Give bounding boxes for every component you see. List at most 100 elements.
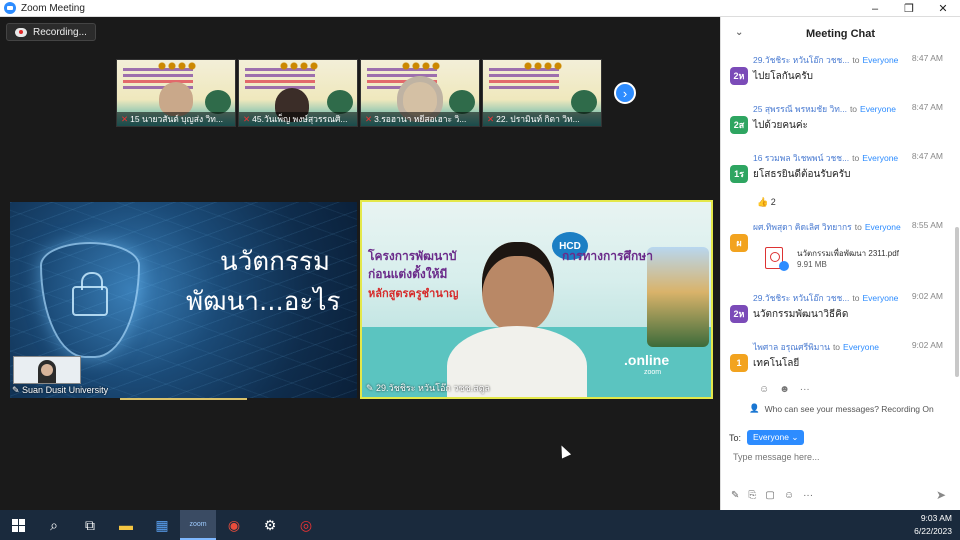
app-red-icon[interactable]: ◎ — [288, 510, 324, 540]
message-text: ไปยโลกันครับ — [753, 71, 814, 82]
recipient: Everyone — [843, 342, 879, 352]
more-icon[interactable]: ··· — [800, 384, 810, 395]
file-explorer-icon[interactable]: ▬ — [108, 510, 144, 540]
slide-heading: นวัตกรรม พัฒนา...อะไร — [186, 242, 340, 322]
recipient-row: To: Everyone ⌄ — [729, 430, 805, 445]
window-title: Zoom Meeting — [21, 2, 85, 14]
chat-message: 2ห 29.วัชชิระ หวันโอ๊ก วชช... to Everyone 8… — [729, 53, 951, 85]
chevron-down-icon[interactable]: ⌄ — [735, 27, 743, 38]
building-photo — [647, 247, 709, 347]
close-button[interactable]: ✕ — [926, 0, 960, 17]
loading-bar — [120, 398, 247, 400]
logo-strip — [523, 62, 563, 70]
mouse-cursor-icon — [556, 443, 572, 459]
clock-time: 9:03 AM — [920, 513, 952, 523]
participant-thumbnail[interactable]: ✕ 3.รอฮานา หยีสอเฮาะ วิ... — [360, 59, 480, 127]
active-speaker-tile[interactable]: HCD โครงการพัฒนาบั ก่อนแต่งตั้งให้มี การ… — [360, 200, 713, 399]
pin-icon: ✎ — [366, 383, 377, 393]
participant-name: ✎ 29.วัชชิระ หวันโอ๊ก วชช.สตูล — [366, 383, 490, 393]
mic-muted-icon: ✕ — [487, 114, 495, 124]
participant-name: 15 นายวสันต์ บุญส่ง วิท... — [130, 114, 223, 124]
recipient-dropdown[interactable]: Everyone ⌄ — [747, 430, 805, 445]
recipient: Everyone — [864, 222, 901, 232]
recording-label: Recording... — [33, 26, 87, 38]
decor-graphic — [327, 90, 353, 114]
settings-icon[interactable]: ⚙ — [252, 510, 288, 540]
more-icon[interactable]: ··· — [803, 490, 813, 501]
chat-message: 2ห 29.วัชชิระ หวันโอ๊ก วชช... to Everyone 9… — [729, 291, 951, 323]
chat-message: 1 ไพศาล อรุณศรีพิมาน to Everyone 9:02 AM เท… — [729, 340, 951, 372]
privacy-text: Who can see your messages? Recording On — [764, 403, 934, 414]
reaction-badge[interactable]: 👍 2 — [757, 197, 776, 208]
logo-strip — [157, 62, 197, 70]
message-time: 9:02 AM — [911, 340, 943, 350]
sender-name: ผศ.ทิพสุดา คิดเลิศ วิทยากร — [753, 222, 852, 232]
file-name: นวัตกรรมเพื่อพัฒนา 2311.pdf — [797, 249, 899, 258]
chevron-down-icon: ⌄ — [791, 432, 799, 442]
zoom-icon[interactable]: zoom — [180, 510, 216, 540]
reply-icon[interactable]: ☺ — [759, 384, 769, 395]
speaker-video — [447, 242, 587, 397]
windows-start-icon — [11, 518, 25, 532]
zoom-logo-icon — [4, 2, 16, 14]
participant-video — [159, 82, 193, 116]
participant-thumbnail[interactable]: ✕ 15 นายวสันต์ บุญส่ง วิท... — [116, 59, 236, 127]
reaction-count: 2 — [770, 197, 776, 207]
search-icon[interactable]: ⌕ — [36, 510, 72, 540]
shared-screen-tile[interactable]: นวัตกรรม พัฒนา...อะไร ✎ Suan Dusit Unive… — [10, 202, 357, 398]
next-page-button[interactable]: › — [614, 82, 636, 104]
chat-message: ผ ผศ.ทิพสุดา คิดเลิศ วิทยากร to Everyone 8:… — [729, 220, 951, 252]
message-text: ไปด้วยคนค่ะ — [753, 120, 808, 131]
participant-thumbnail[interactable]: ✕ 22. ปรามินท์ กิตา วิท... — [482, 59, 602, 127]
chat-messages[interactable]: 2ห 29.วัชชิระ หวันโอ๊ก วชช... to Everyone 8… — [721, 51, 960, 396]
sender-name: 16 รวมพล วิเชพพน์ วชช... — [753, 153, 850, 163]
emoji-icon[interactable]: ☺ — [784, 490, 794, 501]
send-icon[interactable]: ➤ — [936, 488, 946, 502]
file-attachment[interactable]: นวัตกรรมเพื่อพัฒนา 2311.pdf 9.91 MB — [753, 243, 903, 279]
sender-name: 29.วัชชิระ หวันโอ๊ก วชช... — [753, 293, 850, 303]
speaker-head — [482, 242, 554, 332]
avatar: 1ร — [730, 165, 748, 183]
online-label: .online — [624, 352, 670, 368]
recording-badge[interactable]: Recording... — [6, 23, 96, 41]
recipient: Everyone — [862, 293, 899, 303]
message-time: 8:47 AM — [911, 53, 943, 63]
participant-name: 3.รอฮานา หยีสอเฮาะ วิ... — [374, 114, 467, 124]
message-text: นวัตกรรมพัฒนาวิธีคิด — [753, 309, 849, 320]
privacy-notice[interactable]: 👤 Who can see your messages? Recording O… — [749, 403, 934, 414]
emoji-react-icon[interactable]: ☻ — [779, 384, 790, 395]
participant-thumbnail[interactable]: ✕ 45.วันเพ็ญ พงษ์สุวรรณศิ... — [238, 59, 358, 127]
decor-graphic — [449, 90, 475, 114]
message-time: 8:55 AM — [911, 220, 943, 230]
avatar: 2ห — [730, 305, 748, 323]
message-text: เทคโนโลยี — [753, 358, 800, 369]
chat-scrollbar[interactable] — [955, 227, 959, 377]
windows-start-button[interactable] — [0, 510, 36, 540]
message-time: 8:47 AM — [911, 151, 943, 161]
format-icon[interactable]: ✎ — [731, 490, 739, 501]
download-icon[interactable] — [779, 261, 789, 271]
mic-muted-icon: ✕ — [365, 114, 373, 124]
chat-message-input[interactable] — [733, 452, 933, 462]
windows-taskbar: ⌕ ⧉ ▬ ▦ zoom ◉ ⚙ ◎ 9:03 AM 6/22/2023 — [0, 510, 960, 540]
avatar: 2ส — [730, 116, 748, 134]
task-view-icon[interactable]: ⧉ — [72, 510, 108, 540]
pin-icon: ✎ — [12, 385, 23, 395]
app-grid-icon[interactable]: ▦ — [144, 510, 180, 540]
recipient: Everyone — [860, 104, 896, 114]
chat-header: ⌄ Meeting Chat — [721, 17, 960, 51]
zoom-label: zoom — [644, 369, 662, 376]
sender-name: ไพศาล อรุณศรีพิมาน — [753, 342, 830, 352]
chat-message: 2ส 25 สุพรรณี พรหมชัย วิท... to Everyone 8:… — [729, 102, 951, 134]
message-time: 8:47 AM — [911, 102, 943, 112]
minimize-button[interactable]: – — [858, 0, 892, 17]
presenter-video — [38, 360, 56, 383]
avatar: 2ห — [730, 67, 748, 85]
file-icon[interactable]: ▢ — [765, 490, 774, 501]
screenshot-icon[interactable]: ⎘ — [748, 490, 756, 501]
system-clock[interactable]: 9:03 AM 6/22/2023 — [914, 512, 952, 538]
thumbs-up-icon: 👍 — [757, 197, 769, 207]
chrome-icon[interactable]: ◉ — [216, 510, 252, 540]
restore-button[interactable]: ❐ — [892, 0, 926, 17]
chat-title: Meeting Chat — [805, 28, 876, 40]
